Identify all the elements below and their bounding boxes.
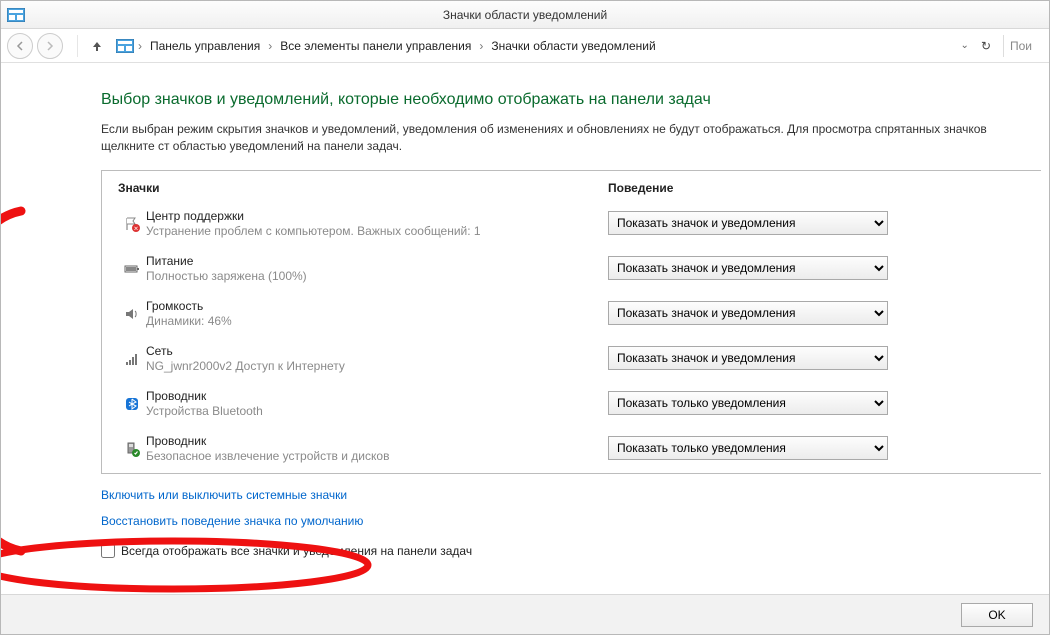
header-behavior: Поведение xyxy=(608,181,1025,195)
list-item: ГромкостьДинамики: 46% Показать значок и … xyxy=(102,293,1041,338)
behavior-select[interactable]: Показать значок и уведомленияПоказать то… xyxy=(608,436,888,460)
list-item: ПроводникБезопасное извлечение устройств… xyxy=(102,428,1041,473)
breadcrumb[interactable]: Панель управления xyxy=(146,37,264,55)
system-icons-link[interactable]: Включить или выключить системные значки xyxy=(101,488,347,502)
breadcrumb[interactable]: Значки области уведомлений xyxy=(487,37,659,55)
titlebar: Значки области уведомлений xyxy=(1,1,1049,29)
window-title: Значки области уведомлений xyxy=(1,8,1049,22)
search-input[interactable]: Пои xyxy=(1003,35,1043,57)
item-name: Питание xyxy=(146,254,596,268)
nav-separator xyxy=(77,35,78,57)
item-subtitle: Полностью заряжена (100%) xyxy=(146,269,596,283)
behavior-select[interactable]: Показать значок и уведомленияПоказать то… xyxy=(608,211,888,235)
item-subtitle: Динамики: 46% xyxy=(146,314,596,328)
header-icons: Значки xyxy=(118,181,608,195)
item-subtitle: Устранение проблем с компьютером. Важных… xyxy=(146,224,596,238)
up-button[interactable] xyxy=(86,35,108,57)
ok-button[interactable]: OK xyxy=(961,603,1033,627)
behavior-select[interactable]: Показать значок и уведомленияПоказать то… xyxy=(608,391,888,415)
behavior-select[interactable]: Показать значок и уведомленияПоказать то… xyxy=(608,301,888,325)
annotation-bracket xyxy=(1,201,51,561)
page-title: Выбор значков и уведомлений, которые нео… xyxy=(101,91,1049,109)
behavior-select[interactable]: Показать значок и уведомленияПоказать то… xyxy=(608,256,888,280)
chevron-right-icon: › xyxy=(477,39,485,53)
items-header-row: Значки Поведение xyxy=(102,171,1041,203)
breadcrumb[interactable]: Все элементы панели управления xyxy=(276,37,475,55)
chevron-right-icon: › xyxy=(136,39,144,53)
speaker-icon xyxy=(118,304,146,322)
usb-eject-icon xyxy=(118,439,146,457)
restore-defaults-link[interactable]: Восстановить поведение значка по умолчан… xyxy=(101,514,363,528)
list-item: ✕ Центр поддержкиУстранение проблем с ком… xyxy=(102,203,1041,248)
forward-button[interactable] xyxy=(37,33,63,59)
item-name: Громкость xyxy=(146,299,596,313)
item-name: Проводник xyxy=(146,389,596,403)
flag-alert-icon: ✕ xyxy=(118,214,146,232)
page-description: Если выбран режим скрытия значков и увед… xyxy=(101,121,1041,156)
address-dropdown-icon[interactable]: ⌄ xyxy=(961,40,969,51)
item-name: Сеть xyxy=(146,344,596,358)
control-panel-icon xyxy=(116,39,134,53)
list-item: СетьNG_jwnr2000v2 Доступ к Интернету Пока… xyxy=(102,338,1041,383)
item-name: Центр поддержки xyxy=(146,209,596,223)
addressbar[interactable]: › Панель управления › Все элементы панел… xyxy=(112,37,999,55)
network-bars-icon xyxy=(118,349,146,367)
chevron-right-icon: › xyxy=(266,39,274,53)
list-item: ПитаниеПолностью заряжена (100%) Показать… xyxy=(102,248,1041,293)
bottom-bar: OK xyxy=(1,594,1049,634)
control-panel-icon xyxy=(7,8,25,22)
list-item: ПроводникУстройства Bluetooth Показать зн… xyxy=(102,383,1041,428)
navbar: › Панель управления › Все элементы панел… xyxy=(1,29,1049,63)
content-area: Выбор значков и уведомлений, которые нео… xyxy=(1,63,1049,594)
item-subtitle: NG_jwnr2000v2 Доступ к Интернету xyxy=(146,359,596,373)
svg-text:✕: ✕ xyxy=(133,227,138,233)
bluetooth-icon xyxy=(118,394,146,412)
item-subtitle: Безопасное извлечение устройств и дисков xyxy=(146,449,596,463)
behavior-select[interactable]: Показать значок и уведомленияПоказать то… xyxy=(608,346,888,370)
battery-icon xyxy=(118,259,146,277)
item-subtitle: Устройства Bluetooth xyxy=(146,404,596,418)
always-show-label[interactable]: Всегда отображать все значки и уведомлен… xyxy=(121,544,472,558)
item-name: Проводник xyxy=(146,434,596,448)
refresh-icon[interactable]: ↻ xyxy=(981,39,991,53)
always-show-checkbox[interactable] xyxy=(101,544,115,558)
items-frame: Значки Поведение ✕ Центр поддержкиУстране… xyxy=(101,170,1041,474)
back-button[interactable] xyxy=(7,33,33,59)
